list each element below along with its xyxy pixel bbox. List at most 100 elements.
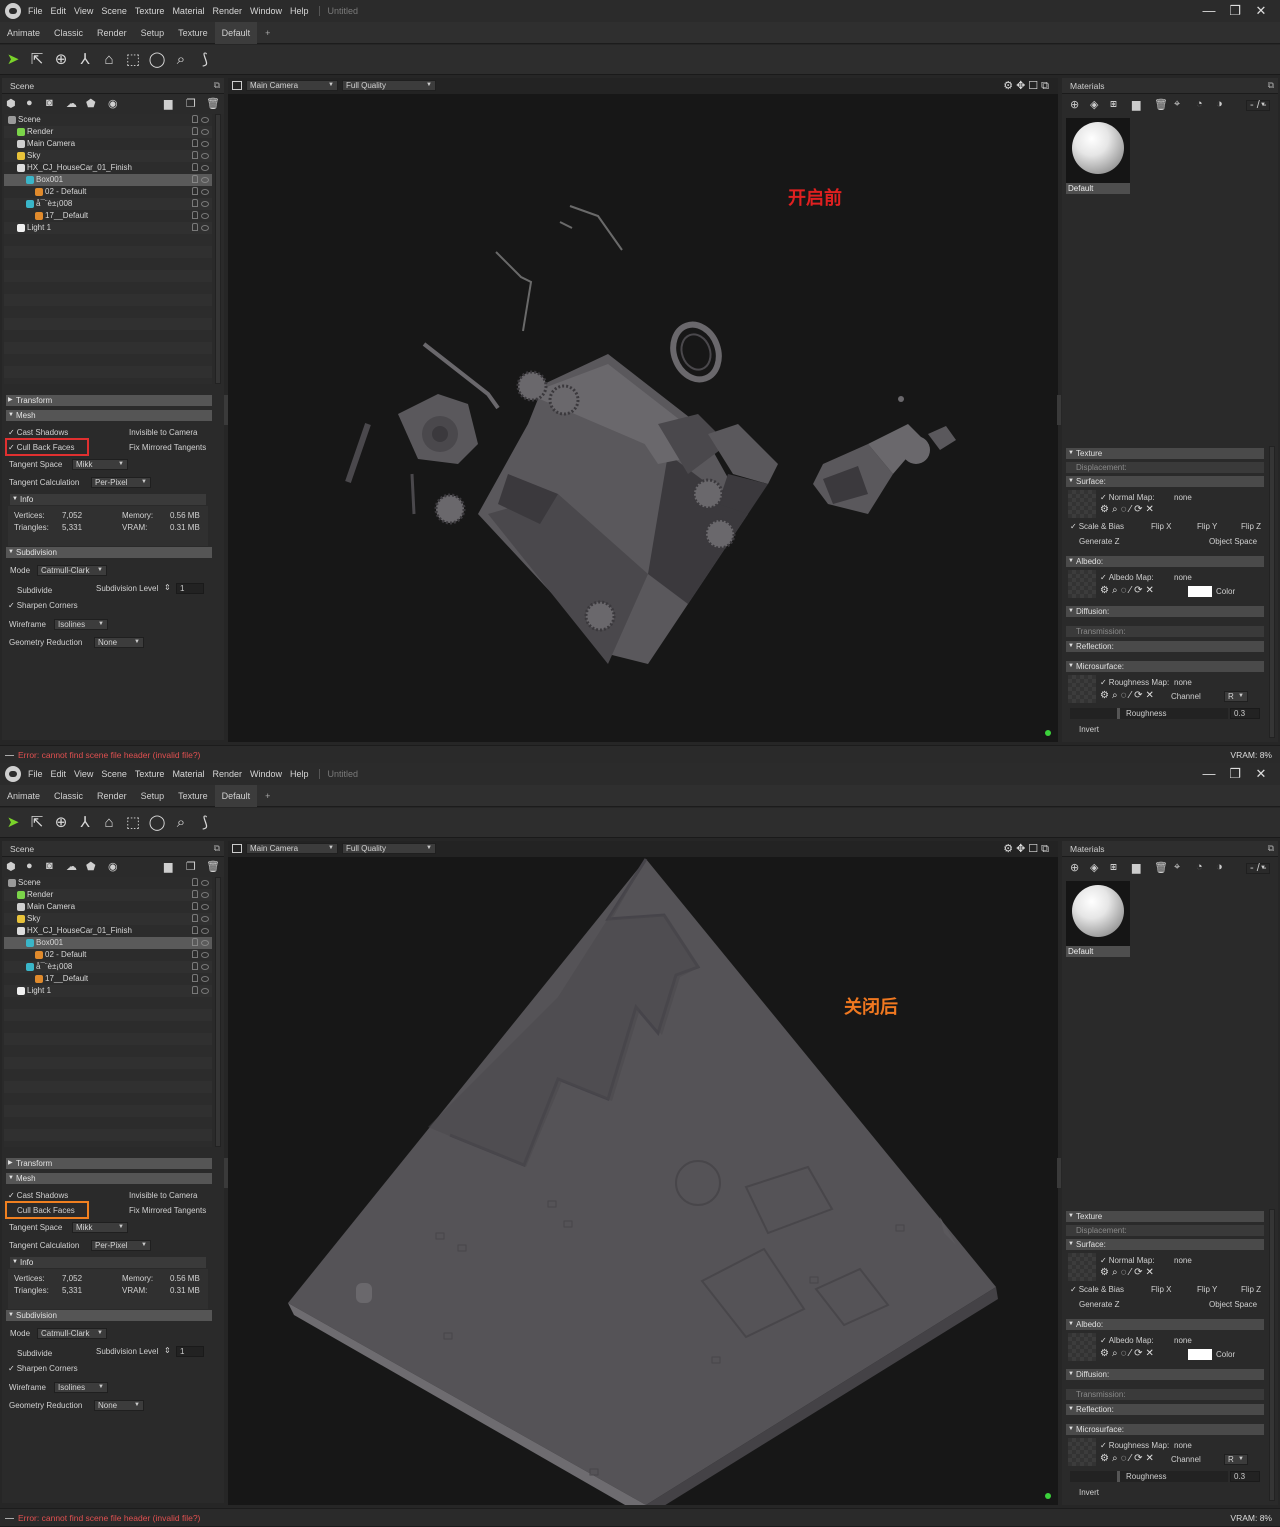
albedo-map-label[interactable]: Albedo Map: <box>1100 1335 1154 1346</box>
visibility-icon[interactable] <box>201 976 209 982</box>
section-subdivision[interactable]: Subdivision <box>6 1310 212 1321</box>
tab-animate[interactable]: Animate <box>0 785 47 807</box>
diffusion-row[interactable]: Diffusion: <box>1066 606 1264 617</box>
roughness-slider-handle[interactable] <box>1117 1471 1120 1482</box>
add-tab-button[interactable]: + <box>257 28 278 38</box>
normal-map-slot[interactable] <box>1068 490 1096 518</box>
add-material-icon[interactable]: ◉ <box>108 97 118 110</box>
menu-file[interactable]: File <box>28 769 43 779</box>
sharpen-corners-checkbox[interactable]: Sharpen Corners <box>8 1363 78 1374</box>
section-mesh[interactable]: Mesh <box>6 1173 212 1184</box>
sharpen-corners-checkbox[interactable]: Sharpen Corners <box>8 600 78 611</box>
surface-row[interactable]: Surface: <box>1066 476 1264 487</box>
stepper-arrows-icon[interactable]: ⇕ <box>164 582 171 593</box>
geometry-reduction-dropdown[interactable]: None <box>94 1400 144 1411</box>
tab-default[interactable]: Default <box>214 784 258 807</box>
displacement-row[interactable]: Displacement: <box>1066 1225 1264 1236</box>
visibility-icon[interactable] <box>201 165 209 171</box>
microsurface-row[interactable]: Microsurface: <box>1066 1424 1264 1435</box>
visibility-icon[interactable] <box>201 988 209 994</box>
scale-bias-checkbox[interactable]: Scale & Bias <box>1070 521 1124 532</box>
menu-window[interactable]: Window <box>250 769 282 779</box>
visibility-icon[interactable] <box>201 129 209 135</box>
duplicate-icon[interactable]: ❐ <box>186 97 196 110</box>
checker-icon[interactable]: ⧆ <box>1110 861 1117 874</box>
lock-icon[interactable] <box>192 139 198 147</box>
reflection-row[interactable]: Reflection: <box>1066 1404 1264 1415</box>
generate-z-checkbox[interactable]: Generate Z <box>1070 536 1119 547</box>
menu-render[interactable]: Render <box>212 6 242 16</box>
tree-item[interactable]: HX_CJ_HouseCar_01_Finish <box>4 162 212 174</box>
quality-dropdown[interactable]: Full Quality <box>342 843 436 854</box>
invert-checkbox[interactable]: Invert <box>1070 724 1099 735</box>
tangent-space-dropdown[interactable]: Mikk <box>72 459 128 470</box>
roughness-map-slot[interactable] <box>1068 675 1096 703</box>
roughness-slider-handle[interactable] <box>1117 708 1120 719</box>
map-tools-icons[interactable]: ⚙⌕◌⁄⟳✕ <box>1100 690 1157 701</box>
folder-icon[interactable]: ▆ <box>1132 98 1140 111</box>
tab-setup[interactable]: Setup <box>134 785 172 807</box>
reflection-row[interactable]: Reflection: <box>1066 641 1264 652</box>
menu-view[interactable]: View <box>74 6 93 16</box>
subdivide-checkbox[interactable]: Subdivide <box>8 585 52 596</box>
lock-icon[interactable] <box>192 986 198 994</box>
add-light-icon[interactable]: ● <box>26 860 33 872</box>
folder-icon[interactable]: ▆ <box>164 860 172 873</box>
albedo-map-slot[interactable] <box>1068 570 1096 598</box>
lock-icon[interactable] <box>192 938 198 946</box>
visibility-icon[interactable] <box>201 880 209 886</box>
refresh-icon[interactable]: ◔ <box>1196 861 1203 873</box>
splitter-handle[interactable] <box>1057 1158 1061 1188</box>
menu-render[interactable]: Render <box>212 769 242 779</box>
lasso-icon[interactable]: ⌕ <box>172 814 190 832</box>
albedo-map-label[interactable]: Albedo Map: <box>1100 572 1154 583</box>
tab-classic[interactable]: Classic <box>47 785 90 807</box>
menu-view[interactable]: View <box>74 769 93 779</box>
add-shape-icon[interactable]: ⬟ <box>86 97 96 110</box>
duplicate-material-icon[interactable]: ◈ <box>1090 98 1098 111</box>
fix-mirrored-tangents-checkbox[interactable]: Fix Mirrored Tangents <box>120 442 206 453</box>
camera-rotate-icon[interactable]: ⌂ <box>100 51 118 69</box>
visibility-icon[interactable] <box>201 952 209 958</box>
tree-item[interactable]: Light 1 <box>4 985 212 997</box>
flip-y-checkbox[interactable]: Flip Y <box>1188 521 1217 532</box>
popout-icon[interactable]: ⧉ <box>214 843 220 854</box>
new-material-icon[interactable]: ⊕ <box>1070 98 1079 111</box>
lock-icon[interactable] <box>192 914 198 922</box>
rotate-icon[interactable]: ⊕ <box>52 51 70 69</box>
flip-x-checkbox[interactable]: Flip X <box>1142 1284 1171 1295</box>
rect-select-icon[interactable]: ⬚ <box>124 814 142 832</box>
tree-item[interactable]: Scene <box>4 114 212 126</box>
subdivision-level-input[interactable]: 1 <box>176 583 204 594</box>
scale-icon[interactable]: ⅄ <box>76 51 94 69</box>
microsurface-row[interactable]: Microsurface: <box>1066 661 1264 672</box>
pick-icon[interactable]: ⌖ <box>1174 98 1180 111</box>
apply-icon[interactable]: ◑ <box>1216 861 1223 873</box>
visibility-icon[interactable] <box>201 904 209 910</box>
cast-shadows-checkbox[interactable]: Cast Shadows <box>8 427 69 438</box>
map-tools-icons[interactable]: ⚙⌕◌⁄⟳✕ <box>1100 504 1157 515</box>
visibility-icon[interactable] <box>201 189 209 195</box>
apply-icon[interactable]: ◑ <box>1216 98 1223 110</box>
mode-dropdown[interactable]: Catmull-Clark <box>37 1328 107 1339</box>
tree-item[interactable]: Box001 <box>4 174 212 186</box>
add-mesh-icon[interactable]: ⬢ <box>6 860 16 873</box>
lock-icon[interactable] <box>192 127 198 135</box>
section-texture[interactable]: Texture <box>1066 448 1264 459</box>
map-tools-icons[interactable]: ⚙⌕◌⁄⟳✕ <box>1100 1348 1157 1359</box>
invert-checkbox[interactable]: Invert <box>1070 1487 1099 1498</box>
menu-help[interactable]: Help <box>290 6 309 16</box>
tangent-calculation-dropdown[interactable]: Per-Pixel <box>91 1240 151 1251</box>
scene-tree-scrollbar[interactable] <box>215 877 221 1147</box>
add-shape-icon[interactable]: ⬟ <box>86 860 96 873</box>
menu-edit[interactable]: Edit <box>51 769 67 779</box>
popout-icon[interactable]: ⧉ <box>214 80 220 91</box>
close-icon[interactable]: ✕ <box>1248 3 1274 19</box>
refresh-icon[interactable]: ◔ <box>1196 98 1203 110</box>
delete-icon[interactable]: 🗑 <box>206 97 220 110</box>
wireframe-dropdown[interactable]: Isolines <box>54 1382 108 1393</box>
invisible-to-camera-checkbox[interactable]: Invisible to Camera <box>120 1190 197 1201</box>
transmission-row[interactable]: Transmission: <box>1066 1389 1264 1400</box>
menu-file[interactable]: File <box>28 6 43 16</box>
lock-icon[interactable] <box>192 151 198 159</box>
